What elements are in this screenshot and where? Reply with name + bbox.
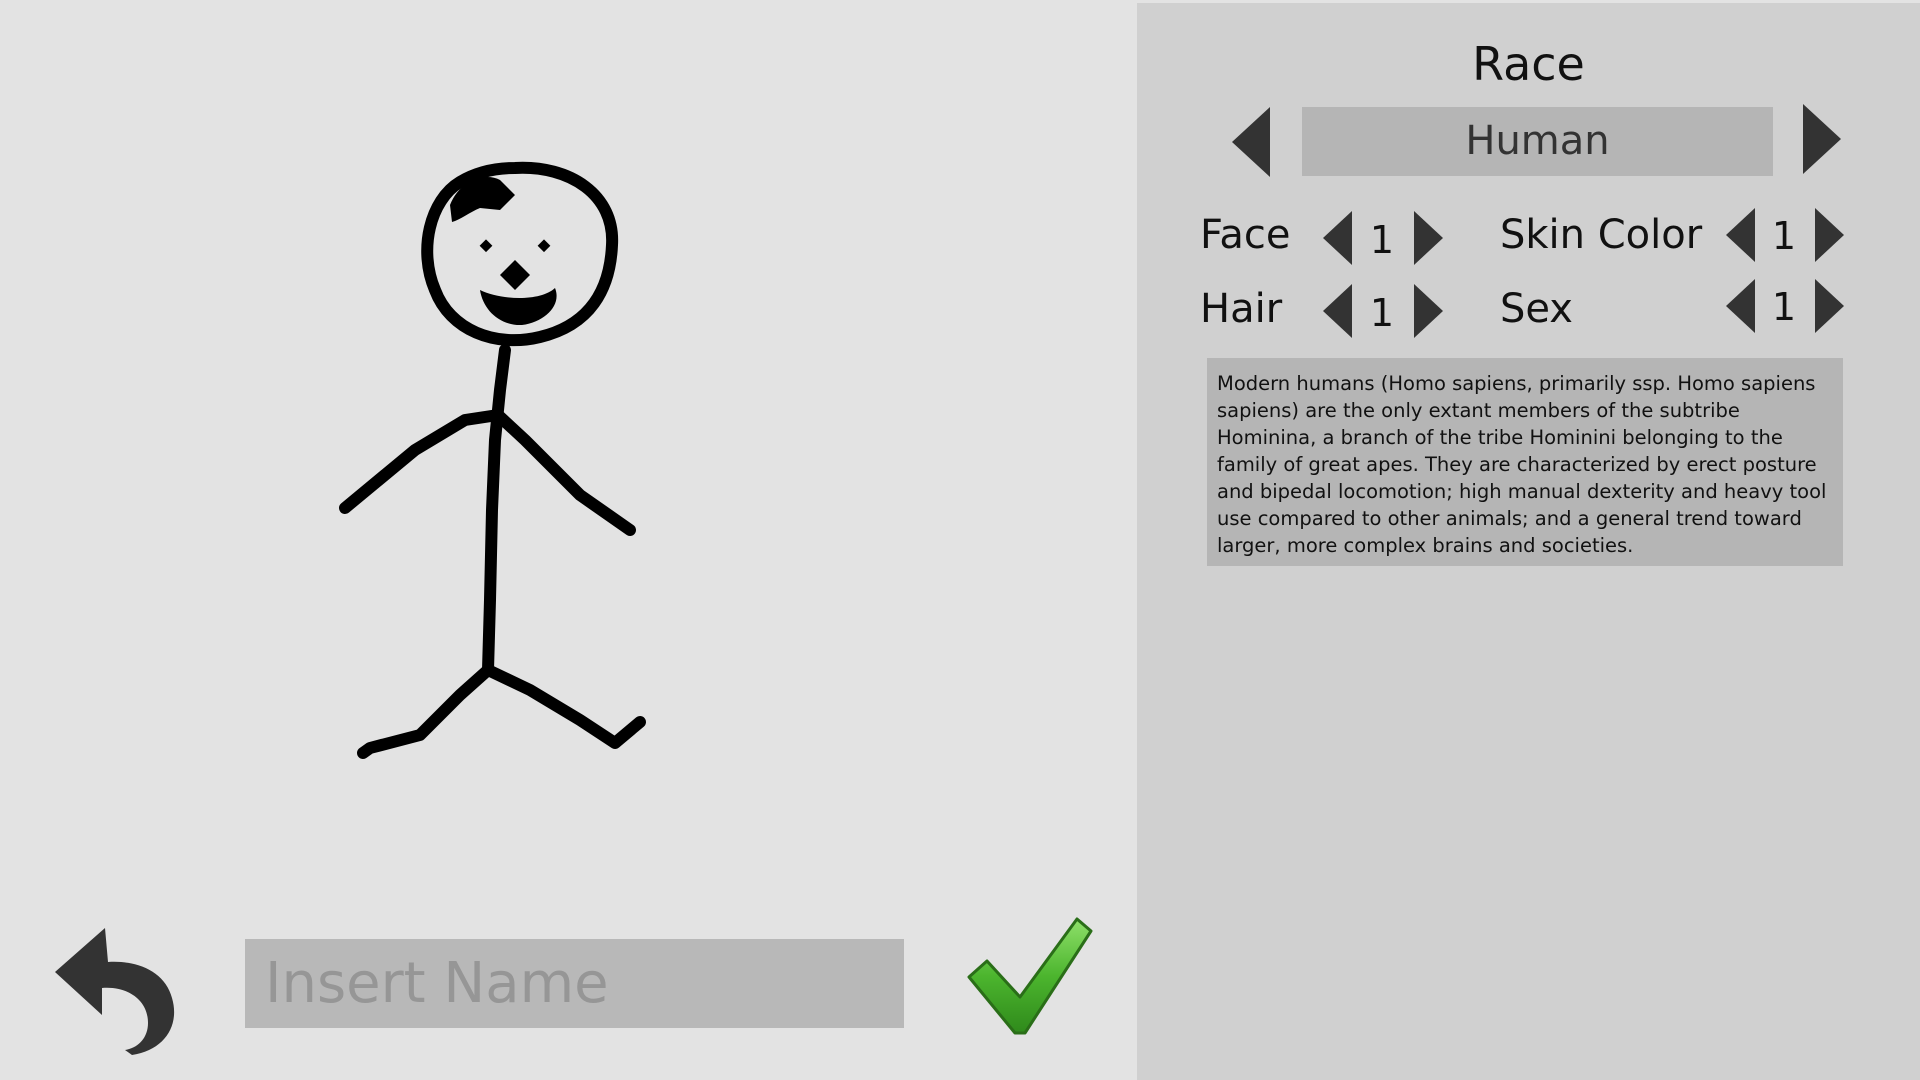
- face-value: 1: [1369, 218, 1395, 262]
- sex-value: 1: [1771, 285, 1797, 329]
- sex-label: Sex: [1500, 286, 1573, 332]
- character-name-input[interactable]: [245, 939, 904, 1028]
- confirm-checkmark-icon[interactable]: [965, 915, 1095, 1040]
- character-options-panel: Race Human Face 1 Skin Color 1 Hair 1 Se…: [1137, 3, 1920, 1080]
- skin-color-next-arrow-icon[interactable]: [1815, 208, 1844, 262]
- stick-figure-character: [339, 161, 646, 759]
- character-creation-screen: Race Human Face 1 Skin Color 1 Hair 1 Se…: [0, 0, 1920, 1080]
- sex-next-arrow-icon[interactable]: [1815, 279, 1844, 333]
- race-next-arrow-icon[interactable]: [1803, 104, 1841, 174]
- hair-label: Hair: [1200, 286, 1283, 332]
- character-preview-area: [0, 0, 1137, 1080]
- race-description: Modern humans (Homo sapiens, primarily s…: [1207, 358, 1843, 566]
- skin-color-prev-arrow-icon[interactable]: [1726, 208, 1755, 262]
- race-title: Race: [1472, 37, 1585, 91]
- face-label: Face: [1200, 212, 1291, 258]
- sex-prev-arrow-icon[interactable]: [1726, 279, 1755, 333]
- race-prev-arrow-icon[interactable]: [1232, 107, 1270, 177]
- face-prev-arrow-icon[interactable]: [1323, 211, 1352, 265]
- skin-color-value: 1: [1771, 214, 1797, 258]
- race-value: Human: [1302, 107, 1773, 176]
- hair-next-arrow-icon[interactable]: [1414, 284, 1443, 338]
- back-undo-icon[interactable]: [50, 920, 175, 1055]
- hair-value: 1: [1369, 291, 1395, 335]
- face-next-arrow-icon[interactable]: [1414, 211, 1443, 265]
- hair-prev-arrow-icon[interactable]: [1323, 284, 1352, 338]
- skin-color-label: Skin Color: [1500, 212, 1703, 258]
